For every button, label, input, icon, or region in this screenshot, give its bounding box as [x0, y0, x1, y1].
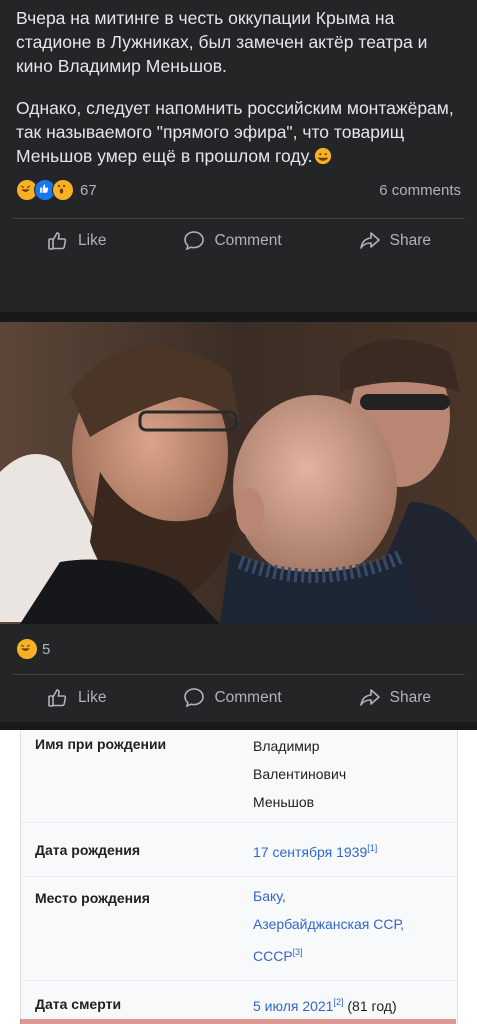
reactions-summary[interactable]: 67	[16, 179, 97, 201]
post-paragraph-1: Вчера на митинге в честь оккупации Крыма…	[16, 8, 428, 76]
comment-button[interactable]: Comment	[182, 229, 282, 253]
reference-1[interactable]: [1]	[367, 843, 377, 853]
infobox-table: Имя при рождении Владимир Валентинович М…	[20, 730, 458, 1024]
share-arrow-icon	[359, 232, 380, 249]
birth-place-label: Место рождения	[35, 890, 150, 906]
post-photo[interactable]	[0, 322, 477, 624]
post-paragraph-2: Однако, следует напомнить российским мон…	[16, 98, 454, 166]
thumbs-up-icon	[48, 689, 67, 707]
infobox-row-birth-place: Место рождения Баку, Азербайджанская ССР…	[21, 876, 457, 981]
death-date-value[interactable]: 5 июля 2021[2] (81 год)	[253, 988, 453, 1020]
reaction-count: 67	[80, 181, 97, 199]
post-text: Вчера на митинге в честь оккупации Крыма…	[0, 0, 477, 168]
photo-action-bar: Like Comment Share	[0, 675, 477, 721]
like-button[interactable]: Like	[46, 686, 106, 710]
infobox-row-birth-name: Имя при рождении Владимир Валентинович М…	[21, 730, 457, 823]
share-label: Share	[389, 232, 431, 249]
reference-3[interactable]: [3]	[293, 947, 303, 957]
death-date-label: Дата смерти	[35, 996, 122, 1012]
reference-2[interactable]: [2]	[333, 997, 343, 1007]
comments-count[interactable]: 6 comments	[379, 182, 461, 199]
wiki-infobox-screenshot: Имя при рождении Владимир Валентинович М…	[0, 730, 477, 1024]
thumbs-up-icon	[48, 232, 67, 250]
bottom-edge-bar	[20, 1019, 456, 1024]
comment-label: Comment	[214, 689, 282, 706]
share-button[interactable]: Share	[358, 229, 431, 253]
birth-date-value[interactable]: 17 сентября 1939[1]	[253, 834, 453, 866]
share-label: Share	[389, 689, 431, 706]
action-bar: Like Comment Share	[0, 219, 477, 263]
birth-name-label: Имя при рождении	[35, 736, 167, 752]
photo-reactions-summary[interactable]: 5	[16, 638, 50, 660]
comment-label: Comment	[214, 232, 282, 249]
birth-place-value[interactable]: Баку, Азербайджанская ССР, СССР[3]	[253, 882, 453, 970]
like-label: Like	[78, 689, 107, 706]
post-card: Вчера на митинге в честь оккупации Крыма…	[0, 0, 477, 312]
infobox-row-death-date: Дата смерти 5 июля 2021[2] (81 год)	[21, 980, 457, 1024]
post-stats: 67 6 comments	[0, 174, 477, 206]
infobox-row-birth-date: Дата рождения 17 сентября 1939[1]	[21, 822, 457, 877]
share-button[interactable]: Share	[358, 686, 431, 710]
crowd-photo-image	[0, 322, 477, 624]
haha-reaction-icon	[16, 638, 38, 660]
comment-button[interactable]: Comment	[182, 686, 282, 710]
wow-reaction-icon	[52, 179, 74, 201]
photo-reaction-count: 5	[42, 640, 51, 658]
share-arrow-icon	[359, 689, 380, 706]
photo-post-stats: 5	[0, 628, 477, 670]
birth-name-value: Владимир Валентинович Меньшов	[253, 738, 347, 810]
like-label: Like	[78, 232, 107, 249]
photo-post-footer: 5 Like Comment Share	[0, 624, 477, 722]
hugging-face-icon	[315, 147, 332, 165]
birth-date-label: Дата рождения	[35, 842, 141, 858]
like-button[interactable]: Like	[46, 229, 106, 253]
comment-icon	[184, 688, 205, 708]
comment-icon	[184, 231, 205, 251]
